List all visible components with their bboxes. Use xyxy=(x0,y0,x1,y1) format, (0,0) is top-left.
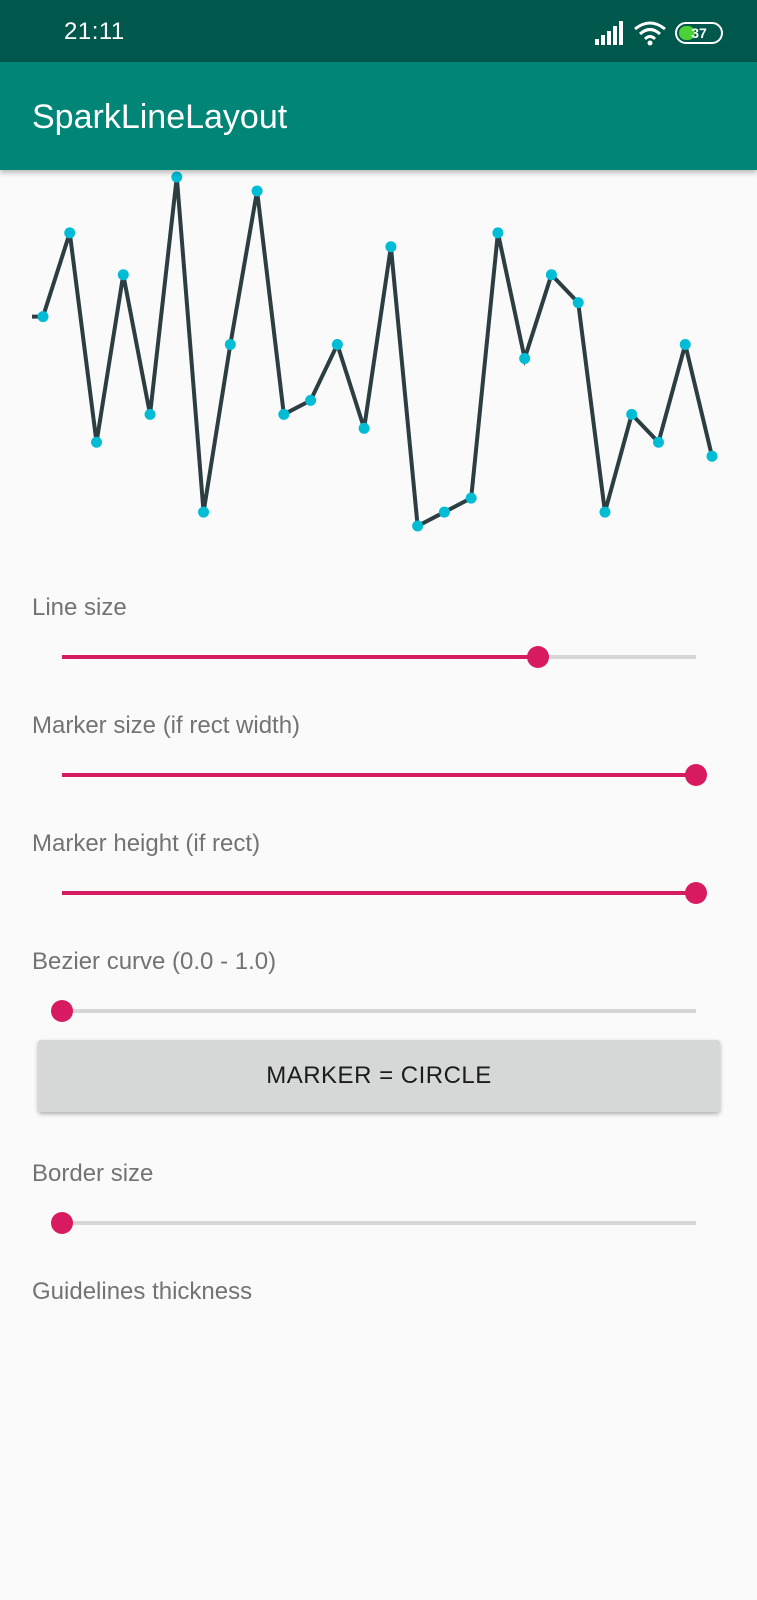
slider-thumb[interactable] xyxy=(51,1212,73,1234)
slider-fill xyxy=(62,891,696,895)
slider-track xyxy=(62,1221,696,1225)
status-time: 21:11 xyxy=(64,18,125,45)
marker-size-label: Marker size (if rect width) xyxy=(32,712,301,739)
sparkline-marker xyxy=(144,408,156,420)
sparkline-marker xyxy=(278,408,290,420)
sparkline-marker xyxy=(198,506,210,518)
line-size-slider[interactable] xyxy=(62,642,696,672)
slider-track xyxy=(62,1009,696,1013)
sparkline-marker xyxy=(465,492,477,504)
bezier-curve-label: Bezier curve (0.0 - 1.0) xyxy=(32,948,277,975)
sparkline-marker xyxy=(519,352,531,364)
battery-level: 37 xyxy=(691,25,707,41)
sparkline-marker xyxy=(679,339,691,351)
sparkline-marker xyxy=(652,436,664,448)
bezier-curve-slider[interactable] xyxy=(51,996,696,1026)
sparkline-marker xyxy=(37,311,49,323)
status-icons: 37 xyxy=(595,20,723,46)
sparkline-marker xyxy=(224,339,236,351)
guidelines-thickness-label: Guidelines thickness xyxy=(32,1278,253,1305)
marker-height-slider[interactable] xyxy=(62,878,707,908)
sparkline-marker xyxy=(572,297,584,309)
marker-height-label: Marker height (if rect) xyxy=(32,830,261,857)
sparkline-marker xyxy=(385,241,397,253)
sparkline-marker xyxy=(545,269,557,281)
sparkline-marker xyxy=(64,227,76,239)
sparkline-marker xyxy=(305,394,317,406)
marker-type-button[interactable]: MARKER = CIRCLE xyxy=(38,1040,720,1112)
marker-size-slider[interactable] xyxy=(62,760,707,790)
sparkline-marker xyxy=(117,269,129,281)
sparkline-line xyxy=(41,176,714,530)
sparkline-marker xyxy=(251,185,263,197)
sparkline-marker xyxy=(412,520,424,532)
sparkline-marker xyxy=(171,171,183,183)
slider-thumb[interactable] xyxy=(685,764,707,786)
border-size-label: Border size xyxy=(32,1160,154,1187)
sparkline-marker xyxy=(706,450,718,462)
slider-thumb[interactable] xyxy=(685,882,707,904)
sparkline-chart xyxy=(32,171,718,532)
slider-thumb[interactable] xyxy=(526,646,549,668)
slider-thumb[interactable] xyxy=(51,1000,73,1022)
signal-icon xyxy=(595,21,623,45)
sparkline-marker xyxy=(358,422,370,434)
sparkline-marker xyxy=(599,506,611,518)
slider-fill xyxy=(62,655,538,659)
sparkline-marker xyxy=(626,408,638,420)
status-bar: 21:11 37 xyxy=(0,0,757,62)
app-title: SparkLineLayout xyxy=(32,98,288,136)
sparkline-marker xyxy=(438,506,450,518)
sparkline-marker xyxy=(492,227,504,239)
battery-icon: 37 xyxy=(675,22,723,44)
sparkline-marker xyxy=(91,436,103,448)
border-size-slider[interactable] xyxy=(51,1208,696,1238)
slider-fill xyxy=(62,773,696,777)
app-bar: SparkLineLayout xyxy=(0,62,757,170)
sparkline-marker xyxy=(331,339,343,351)
line-size-label: Line size xyxy=(32,594,127,621)
wifi-icon xyxy=(634,21,666,46)
